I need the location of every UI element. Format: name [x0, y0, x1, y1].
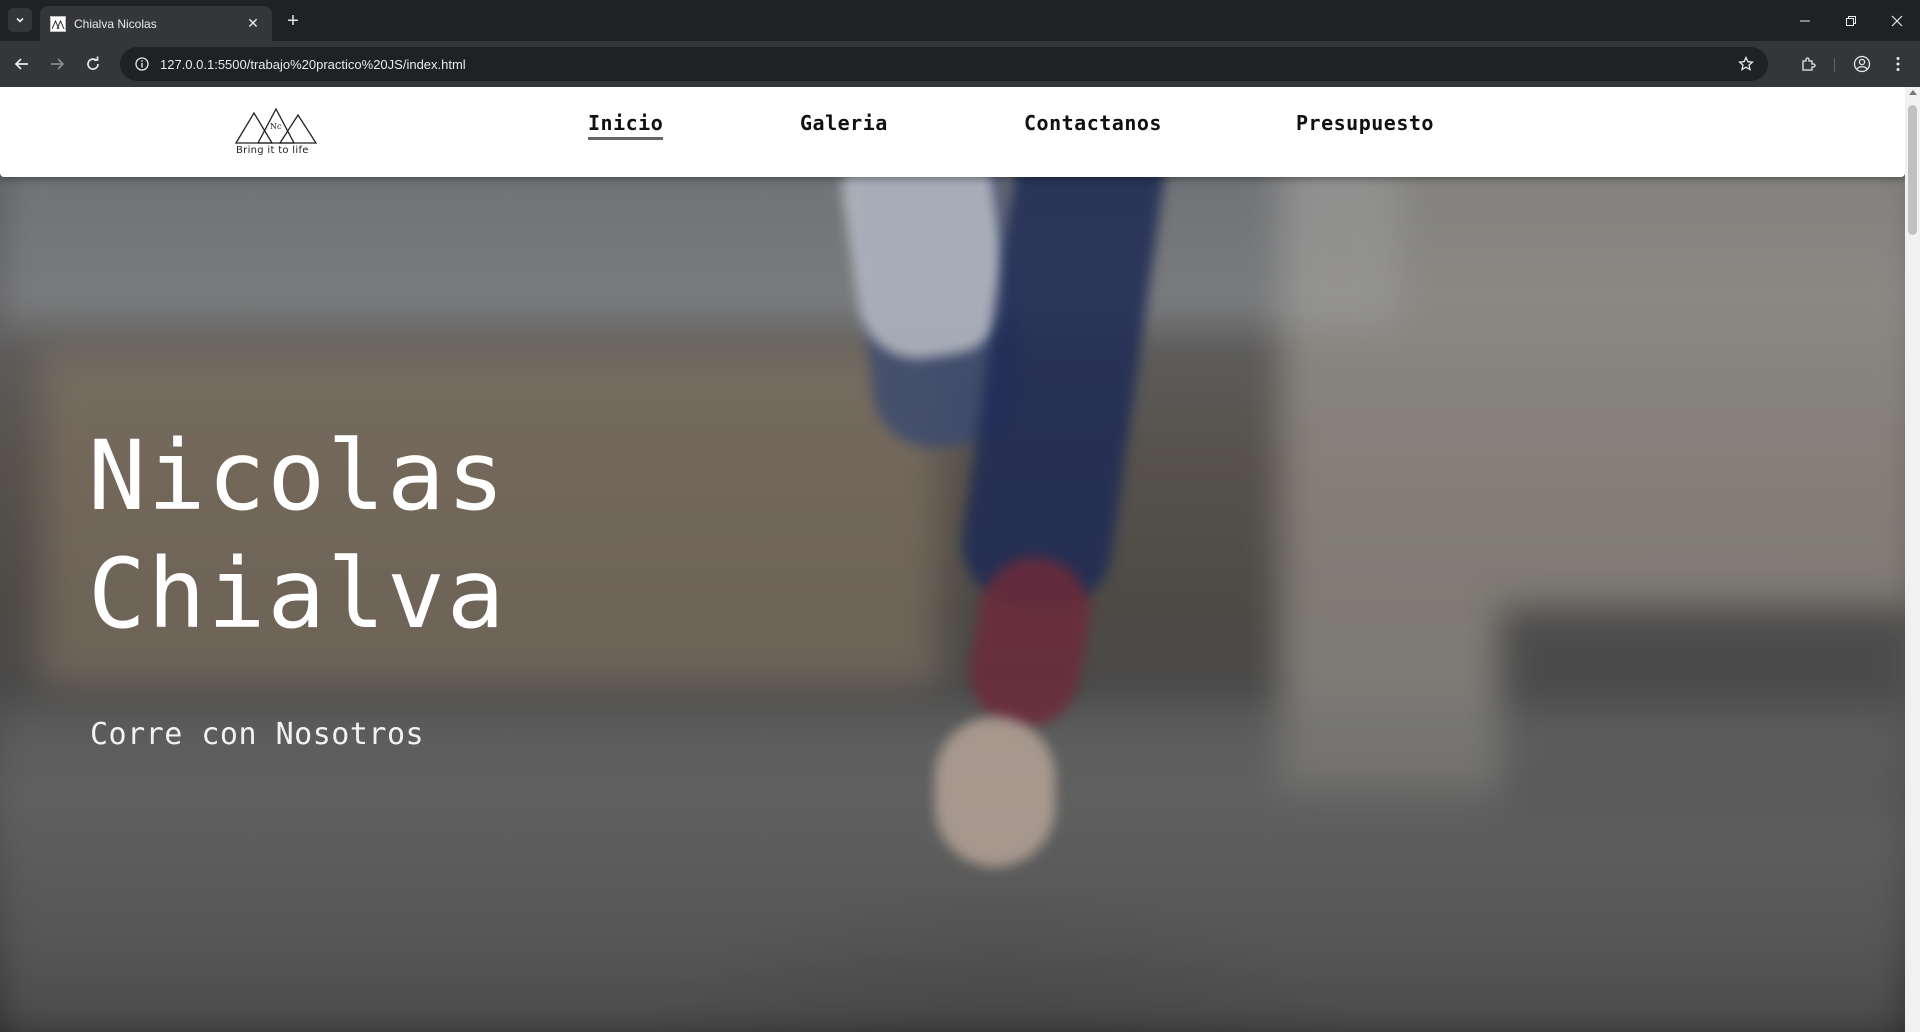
page-scrollbar[interactable] [1905, 87, 1920, 1032]
scroll-up-arrow-icon[interactable] [1909, 90, 1917, 95]
hero-title: Nicolas Chialva [88, 417, 507, 653]
browser-tab-bar: Chialva Nicolas ✕ + [0, 0, 1920, 41]
runner-shoe-front [935, 717, 1055, 867]
hero-title-last-name: Chialva [88, 538, 507, 650]
plus-icon: + [287, 9, 299, 32]
tab-title: Chialva Nicolas [74, 16, 157, 31]
nav-link-inicio[interactable]: Inicio [588, 111, 664, 140]
logo-monogram: Nc [270, 122, 282, 131]
extensions-icon[interactable] [1796, 52, 1820, 76]
star-icon[interactable] [1734, 52, 1758, 76]
hero-subtitle: Corre con Nosotros [90, 717, 425, 752]
logo-tagline: Bring it to life [236, 145, 309, 156]
reload-icon[interactable] [79, 50, 107, 78]
kebab-menu-icon[interactable] [1886, 52, 1910, 76]
forward-arrow-icon[interactable] [43, 50, 71, 78]
favicon-icon [50, 15, 66, 32]
close-window-icon[interactable] [1874, 0, 1920, 41]
tab-search-button[interactable] [8, 8, 32, 32]
hero-background: Nicolas Chialva Corre con Nosotros Nc Br… [0, 87, 1905, 1032]
scrollbar-thumb[interactable] [1908, 105, 1917, 235]
toolbar-divider [1834, 58, 1835, 72]
close-icon[interactable]: ✕ [244, 15, 262, 33]
nav-link-galeria[interactable]: Galeria [800, 111, 888, 135]
site-navbar: Nc Bring it to life Inicio Galeria Conta… [0, 87, 1905, 177]
maximize-icon[interactable] [1828, 0, 1874, 41]
browser-tab[interactable]: Chialva Nicolas ✕ [40, 6, 272, 41]
nav-link-contactanos[interactable]: Contactanos [1024, 111, 1162, 135]
chevron-down-icon [16, 17, 24, 23]
new-tab-button[interactable]: + [280, 8, 306, 34]
site-logo[interactable]: Nc Bring it to life [234, 105, 320, 159]
profile-icon[interactable] [1850, 52, 1874, 76]
browser-toolbar: 127.0.0.1:5500/trabajo%20practico%20JS/i… [0, 41, 1920, 87]
address-bar[interactable]: 127.0.0.1:5500/trabajo%20practico%20JS/i… [120, 47, 1768, 81]
page-viewport: Nicolas Chialva Corre con Nosotros Nc Br… [0, 87, 1920, 1032]
minimize-icon[interactable] [1782, 0, 1828, 41]
url-text[interactable]: 127.0.0.1:5500/trabajo%20practico%20JS/i… [160, 57, 1734, 72]
info-icon[interactable] [134, 56, 150, 72]
nav-link-presupuesto[interactable]: Presupuesto [1296, 111, 1434, 135]
back-arrow-icon[interactable] [8, 50, 36, 78]
mountains-logo-icon: Nc [234, 107, 318, 144]
hero-title-first-name: Nicolas [88, 420, 507, 532]
